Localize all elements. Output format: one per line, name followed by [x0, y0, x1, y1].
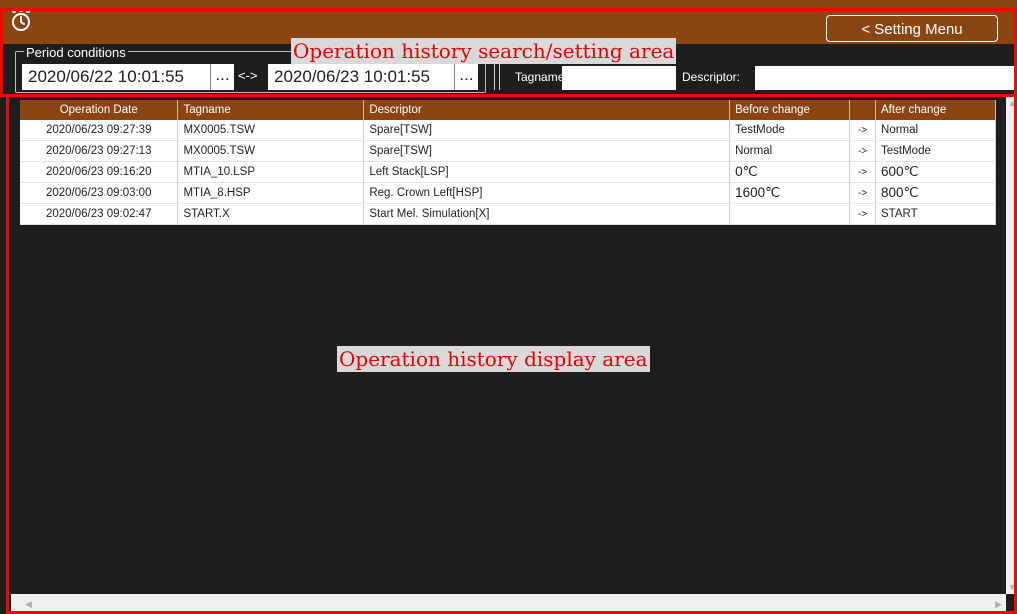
search-area-annotation: Operation history search/setting area	[291, 38, 677, 64]
display-area-annotation: Operation history display area	[337, 346, 650, 372]
operation-history-window: < Setting Menu Period conditions 2020/06…	[0, 0, 1017, 614]
